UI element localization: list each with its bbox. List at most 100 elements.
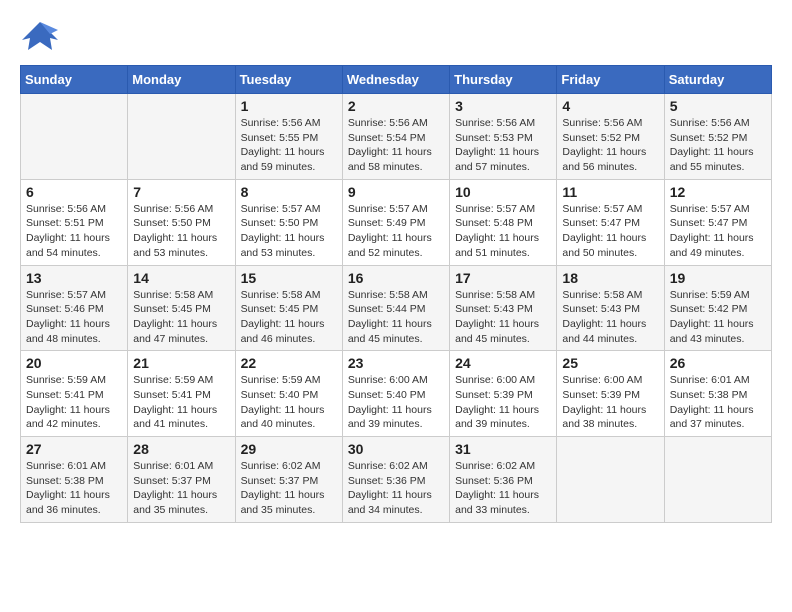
calendar-cell: 31 Sunrise: 6:02 AM Sunset: 5:36 PM Dayli…: [450, 437, 557, 523]
calendar-cell: [128, 94, 235, 180]
calendar-cell: 5 Sunrise: 5:56 AM Sunset: 5:52 PM Daylig…: [664, 94, 771, 180]
day-info: Sunrise: 5:59 AM Sunset: 5:41 PM Dayligh…: [26, 373, 122, 432]
day-number: 14: [133, 270, 229, 286]
calendar-week-row: 20 Sunrise: 5:59 AM Sunset: 5:41 PM Dayli…: [21, 351, 772, 437]
calendar-table: SundayMondayTuesdayWednesdayThursdayFrid…: [20, 65, 772, 523]
day-info: Sunrise: 5:56 AM Sunset: 5:50 PM Dayligh…: [133, 202, 229, 261]
calendar-cell: 2 Sunrise: 5:56 AM Sunset: 5:54 PM Daylig…: [342, 94, 449, 180]
day-number: 4: [562, 98, 658, 114]
day-number: 19: [670, 270, 766, 286]
day-number: 17: [455, 270, 551, 286]
calendar-cell: 10 Sunrise: 5:57 AM Sunset: 5:48 PM Dayli…: [450, 179, 557, 265]
calendar-cell: 14 Sunrise: 5:58 AM Sunset: 5:45 PM Dayli…: [128, 265, 235, 351]
day-number: 2: [348, 98, 444, 114]
day-info: Sunrise: 6:01 AM Sunset: 5:38 PM Dayligh…: [670, 373, 766, 432]
day-info: Sunrise: 6:02 AM Sunset: 5:36 PM Dayligh…: [455, 459, 551, 518]
day-info: Sunrise: 6:00 AM Sunset: 5:40 PM Dayligh…: [348, 373, 444, 432]
day-number: 29: [241, 441, 337, 457]
calendar-cell: 11 Sunrise: 5:57 AM Sunset: 5:47 PM Dayli…: [557, 179, 664, 265]
day-number: 3: [455, 98, 551, 114]
calendar-cell: 4Sunrise: 5:56 AM Sunset: 5:52 PM Daylig…: [557, 94, 664, 180]
day-number: 6: [26, 184, 122, 200]
day-info: Sunrise: 5:56 AM Sunset: 5:51 PM Dayligh…: [26, 202, 122, 261]
calendar-cell: [664, 437, 771, 523]
day-number: 5: [670, 98, 766, 114]
day-number: 24: [455, 355, 551, 371]
day-number: 30: [348, 441, 444, 457]
day-info: Sunrise: 6:01 AM Sunset: 5:38 PM Dayligh…: [26, 459, 122, 518]
calendar-cell: 20 Sunrise: 5:59 AM Sunset: 5:41 PM Dayli…: [21, 351, 128, 437]
calendar-header-row: SundayMondayTuesdayWednesdayThursdayFrid…: [21, 66, 772, 94]
day-info: Sunrise: 5:59 AM Sunset: 5:41 PM Dayligh…: [133, 373, 229, 432]
day-info: Sunrise: 5:56 AM Sunset: 5:53 PM Dayligh…: [455, 116, 551, 175]
day-number: 22: [241, 355, 337, 371]
day-number: 1: [241, 98, 337, 114]
day-number: 26: [670, 355, 766, 371]
day-number: 28: [133, 441, 229, 457]
day-info: Sunrise: 6:01 AM Sunset: 5:37 PM Dayligh…: [133, 459, 229, 518]
calendar-cell: 9Sunrise: 5:57 AM Sunset: 5:49 PM Daylig…: [342, 179, 449, 265]
day-info: Sunrise: 5:57 AM Sunset: 5:47 PM Dayligh…: [670, 202, 766, 261]
calendar-cell: 26 Sunrise: 6:01 AM Sunset: 5:38 PM Dayli…: [664, 351, 771, 437]
day-info: Sunrise: 5:56 AM Sunset: 5:52 PM Dayligh…: [670, 116, 766, 175]
calendar-cell: 28 Sunrise: 6:01 AM Sunset: 5:37 PM Dayli…: [128, 437, 235, 523]
day-info: Sunrise: 6:02 AM Sunset: 5:36 PM Dayligh…: [348, 459, 444, 518]
day-number: 12: [670, 184, 766, 200]
calendar-cell: [557, 437, 664, 523]
calendar-cell: 3 Sunrise: 5:56 AM Sunset: 5:53 PM Daylig…: [450, 94, 557, 180]
calendar-week-row: 27Sunrise: 6:01 AM Sunset: 5:38 PM Dayli…: [21, 437, 772, 523]
calendar-cell: 19 Sunrise: 5:59 AM Sunset: 5:42 PM Dayli…: [664, 265, 771, 351]
day-info: Sunrise: 5:57 AM Sunset: 5:48 PM Dayligh…: [455, 202, 551, 261]
column-header-tuesday: Tuesday: [235, 66, 342, 94]
day-number: 15: [241, 270, 337, 286]
column-header-friday: Friday: [557, 66, 664, 94]
calendar-cell: 13 Sunrise: 5:57 AM Sunset: 5:46 PM Dayli…: [21, 265, 128, 351]
column-header-saturday: Saturday: [664, 66, 771, 94]
day-info: Sunrise: 5:58 AM Sunset: 5:43 PM Dayligh…: [455, 288, 551, 347]
calendar-cell: 23 Sunrise: 6:00 AM Sunset: 5:40 PM Dayli…: [342, 351, 449, 437]
day-number: 23: [348, 355, 444, 371]
day-info: Sunrise: 6:00 AM Sunset: 5:39 PM Dayligh…: [455, 373, 551, 432]
calendar-week-row: 1Sunrise: 5:56 AM Sunset: 5:55 PM Daylig…: [21, 94, 772, 180]
calendar-cell: 8 Sunrise: 5:57 AM Sunset: 5:50 PM Daylig…: [235, 179, 342, 265]
day-number: 11: [562, 184, 658, 200]
calendar-cell: 24 Sunrise: 6:00 AM Sunset: 5:39 PM Dayli…: [450, 351, 557, 437]
day-number: 20: [26, 355, 122, 371]
day-number: 21: [133, 355, 229, 371]
calendar-cell: 16Sunrise: 5:58 AM Sunset: 5:44 PM Dayli…: [342, 265, 449, 351]
day-info: Sunrise: 5:57 AM Sunset: 5:50 PM Dayligh…: [241, 202, 337, 261]
day-info: Sunrise: 5:58 AM Sunset: 5:45 PM Dayligh…: [241, 288, 337, 347]
logo-icon: [20, 20, 60, 55]
day-info: Sunrise: 6:00 AM Sunset: 5:39 PM Dayligh…: [562, 373, 658, 432]
calendar-cell: 22 Sunrise: 5:59 AM Sunset: 5:40 PM Dayli…: [235, 351, 342, 437]
calendar-cell: 15 Sunrise: 5:58 AM Sunset: 5:45 PM Dayli…: [235, 265, 342, 351]
day-number: 25: [562, 355, 658, 371]
calendar-cell: 17 Sunrise: 5:58 AM Sunset: 5:43 PM Dayli…: [450, 265, 557, 351]
calendar-cell: 1Sunrise: 5:56 AM Sunset: 5:55 PM Daylig…: [235, 94, 342, 180]
day-info: Sunrise: 5:57 AM Sunset: 5:47 PM Dayligh…: [562, 202, 658, 261]
day-info: Sunrise: 5:57 AM Sunset: 5:46 PM Dayligh…: [26, 288, 122, 347]
calendar-cell: 12 Sunrise: 5:57 AM Sunset: 5:47 PM Dayli…: [664, 179, 771, 265]
logo: [20, 20, 66, 55]
day-number: 8: [241, 184, 337, 200]
column-header-monday: Monday: [128, 66, 235, 94]
day-number: 31: [455, 441, 551, 457]
day-info: Sunrise: 5:59 AM Sunset: 5:40 PM Dayligh…: [241, 373, 337, 432]
column-header-wednesday: Wednesday: [342, 66, 449, 94]
day-info: Sunrise: 5:58 AM Sunset: 5:44 PM Dayligh…: [348, 288, 444, 347]
day-info: Sunrise: 5:56 AM Sunset: 5:54 PM Dayligh…: [348, 116, 444, 175]
day-info: Sunrise: 5:58 AM Sunset: 5:45 PM Dayligh…: [133, 288, 229, 347]
calendar-cell: 6 Sunrise: 5:56 AM Sunset: 5:51 PM Daylig…: [21, 179, 128, 265]
calendar-cell: [21, 94, 128, 180]
page-header: [20, 20, 772, 55]
calendar-cell: 18Sunrise: 5:58 AM Sunset: 5:43 PM Dayli…: [557, 265, 664, 351]
calendar-cell: 29Sunrise: 6:02 AM Sunset: 5:37 PM Dayli…: [235, 437, 342, 523]
day-info: Sunrise: 5:59 AM Sunset: 5:42 PM Dayligh…: [670, 288, 766, 347]
column-header-thursday: Thursday: [450, 66, 557, 94]
calendar-week-row: 6 Sunrise: 5:56 AM Sunset: 5:51 PM Daylig…: [21, 179, 772, 265]
day-number: 10: [455, 184, 551, 200]
day-info: Sunrise: 5:57 AM Sunset: 5:49 PM Dayligh…: [348, 202, 444, 261]
column-header-sunday: Sunday: [21, 66, 128, 94]
calendar-week-row: 13 Sunrise: 5:57 AM Sunset: 5:46 PM Dayli…: [21, 265, 772, 351]
day-number: 13: [26, 270, 122, 286]
